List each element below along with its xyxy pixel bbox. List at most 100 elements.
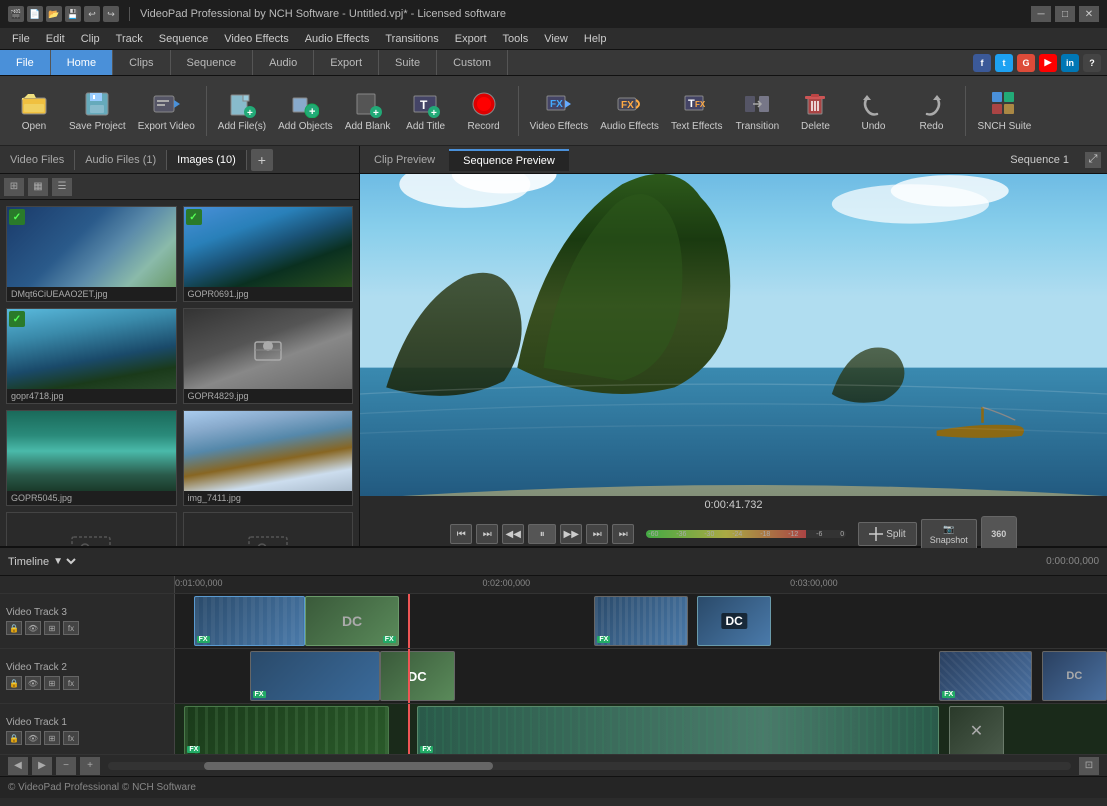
track-clip[interactable]: DC FX — [305, 596, 398, 646]
tab-audio[interactable]: Audio — [253, 50, 314, 75]
tab-suite[interactable]: Suite — [379, 50, 437, 75]
track-grid-btn[interactable]: ⊞ — [44, 731, 60, 745]
tab-clips[interactable]: Clips — [113, 50, 170, 75]
twitter-icon[interactable]: t — [995, 54, 1013, 72]
track-clip[interactable]: FX — [250, 651, 380, 701]
menu-track[interactable]: Track — [108, 31, 151, 47]
linkedin-icon[interactable]: in — [1061, 54, 1079, 72]
snapshot-button[interactable]: 📷 Snapshot — [921, 519, 977, 550]
minimize-button[interactable]: ─ — [1031, 6, 1051, 22]
google-icon[interactable]: G — [1017, 54, 1035, 72]
add-objects-button[interactable]: + Add Objects — [273, 81, 337, 141]
save-icon[interactable]: 💾 — [65, 6, 81, 22]
360-button[interactable]: 360 — [981, 516, 1017, 552]
tab-home[interactable]: Home — [51, 50, 113, 75]
track-clip[interactable]: ✕ — [949, 706, 1005, 754]
media-tab-audio-files[interactable]: Audio Files (1) — [75, 150, 167, 170]
redo-button[interactable]: Redo — [903, 81, 959, 141]
track-content-video2[interactable]: FX DC FX DC — [175, 649, 1107, 703]
tab-export[interactable]: Export — [314, 50, 379, 75]
track-clip[interactable]: FX — [594, 596, 687, 646]
track-eye-btn[interactable]: 👁 — [25, 621, 41, 635]
maximize-button[interactable]: □ — [1055, 6, 1075, 22]
track-clip[interactable]: DC — [380, 651, 455, 701]
add-files-button[interactable]: + Add File(s) — [213, 81, 271, 141]
go-to-start-button[interactable]: ⏮ — [450, 524, 472, 544]
new-icon[interactable]: 📄 — [27, 6, 43, 22]
rewind-button[interactable]: ◀◀ — [502, 524, 524, 544]
media-item[interactable]: ✓ gopr4718.jpg — [6, 308, 177, 404]
facebook-icon[interactable]: f — [973, 54, 991, 72]
timeline-scroll-track[interactable] — [108, 762, 1071, 770]
track-clip[interactable]: FX — [417, 706, 939, 754]
timeline-back-btn[interactable]: ◀ — [8, 757, 28, 775]
menu-file[interactable]: File — [4, 31, 38, 47]
track-lock-btn[interactable]: 🔒 — [6, 621, 22, 635]
sequence-preview-tab[interactable]: Sequence Preview — [449, 149, 569, 171]
menu-audio-effects[interactable]: Audio Effects — [297, 31, 378, 47]
timeline-zoom-out-btn[interactable]: − — [56, 757, 76, 775]
track-content-video1[interactable]: FX FX ✕ — [175, 704, 1107, 754]
track-grid-btn[interactable]: ⊞ — [44, 621, 60, 635]
timeline-zoom-in-btn[interactable]: + — [80, 757, 100, 775]
track-clip[interactable]: FX — [939, 651, 1032, 701]
menu-sequence[interactable]: Sequence — [151, 31, 217, 47]
undo-button[interactable]: Undo — [845, 81, 901, 141]
track-grid-btn[interactable]: ⊞ — [44, 676, 60, 690]
help-social-icon[interactable]: ? — [1083, 54, 1101, 72]
add-blank-button[interactable]: + Add Blank — [340, 81, 396, 141]
open-icon[interactable]: 📂 — [46, 6, 62, 22]
media-tab-video-files[interactable]: Video Files — [0, 150, 75, 170]
split-button[interactable]: Split — [858, 522, 916, 546]
add-title-button[interactable]: T+ Add Title — [398, 81, 454, 141]
menu-edit[interactable]: Edit — [38, 31, 73, 47]
timeline-dropdown[interactable]: ▼ — [49, 555, 79, 568]
delete-button[interactable]: Delete — [787, 81, 843, 141]
next-frame-button[interactable]: ⏭ — [586, 524, 608, 544]
menu-tools[interactable]: Tools — [495, 31, 537, 47]
export-video-button[interactable]: Export Video — [133, 81, 200, 141]
media-view-large[interactable]: ▦ — [28, 178, 48, 196]
media-item[interactable]: ✓ DMqt6CiUEAAO2ET.jpg — [6, 206, 177, 302]
track-clip[interactable]: DC — [697, 596, 772, 646]
media-view-list[interactable]: ☰ — [52, 178, 72, 196]
track-fx-btn[interactable]: fx — [63, 676, 79, 690]
track-clip[interactable]: FX — [194, 596, 306, 646]
text-effects-button[interactable]: TFX Text Effects — [666, 81, 728, 141]
timeline-scroll-thumb[interactable] — [204, 762, 493, 770]
media-item[interactable] — [183, 512, 354, 546]
record-button[interactable]: Record — [456, 81, 512, 141]
menu-help[interactable]: Help — [576, 31, 615, 47]
media-item[interactable]: GOPR5045.jpg — [6, 410, 177, 506]
media-item[interactable]: img_7411.jpg — [183, 410, 354, 506]
media-item[interactable] — [6, 512, 177, 546]
video-effects-button[interactable]: FX Video Effects — [525, 81, 594, 141]
open-button[interactable]: Open — [6, 81, 62, 141]
menu-clip[interactable]: Clip — [73, 31, 108, 47]
track-fx-btn[interactable]: fx — [63, 621, 79, 635]
go-to-end-button[interactable]: ⏭ — [612, 524, 634, 544]
media-item[interactable]: ✓ GOPR0691.jpg — [183, 206, 354, 302]
redo-icon[interactable]: ↪ — [103, 6, 119, 22]
tab-sequence[interactable]: Sequence — [171, 50, 254, 75]
track-fx-btn[interactable]: fx — [63, 731, 79, 745]
menu-video-effects[interactable]: Video Effects — [216, 31, 296, 47]
track-clip[interactable]: FX — [184, 706, 389, 754]
track-content-video3[interactable]: FX DC FX FX DC — [175, 594, 1107, 648]
expand-preview-button[interactable]: ⤢ — [1085, 152, 1101, 168]
track-eye-btn[interactable]: 👁 — [25, 676, 41, 690]
media-tab-images[interactable]: Images (10) — [167, 150, 247, 170]
menu-export[interactable]: Export — [447, 31, 495, 47]
clip-preview-tab[interactable]: Clip Preview — [360, 150, 449, 170]
titlebar-controls[interactable]: ─ □ ✕ — [1031, 6, 1099, 22]
media-tab-add-button[interactable]: + — [251, 149, 273, 171]
transition-button[interactable]: Transition — [729, 81, 785, 141]
track-eye-btn[interactable]: 👁 — [25, 731, 41, 745]
close-button[interactable]: ✕ — [1079, 6, 1099, 22]
play-pause-button[interactable]: ⏸ — [528, 524, 556, 544]
media-item[interactable]: GOPR4829.jpg — [183, 308, 354, 404]
media-view-thumbs[interactable]: ⊞ — [4, 178, 24, 196]
timeline-fwd-btn[interactable]: ▶ — [32, 757, 52, 775]
tab-custom[interactable]: Custom — [437, 50, 508, 75]
fast-forward-button[interactable]: ▶▶ — [560, 524, 582, 544]
